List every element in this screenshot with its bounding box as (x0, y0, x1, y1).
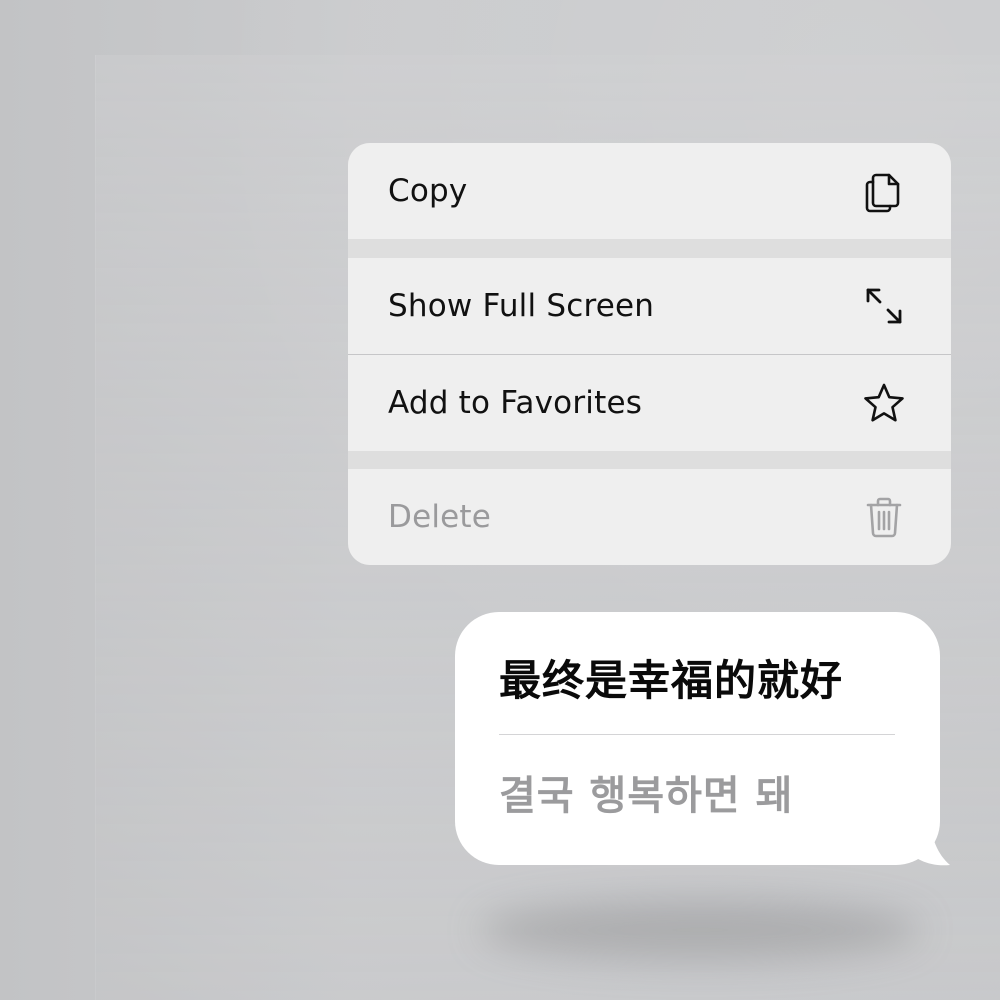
menu-item-label: Show Full Screen (388, 288, 655, 324)
trash-icon (863, 496, 905, 538)
menu-item-label: Add to Favorites (388, 385, 643, 421)
copy-icon (863, 170, 905, 213)
message-divider (499, 734, 895, 736)
star-icon (863, 382, 905, 424)
menu-item-copy[interactable]: Copy (348, 143, 951, 239)
expand-icon (863, 285, 905, 327)
context-menu: Copy Show Full Screen Add to Favorites D… (348, 143, 951, 565)
menu-item-label: Copy (388, 173, 468, 209)
menu-item-delete[interactable]: Delete (348, 469, 951, 565)
message-bubble[interactable]: 最终是幸福的就好 결국 행복하면 돼 (455, 612, 940, 865)
menu-item-label: Delete (388, 499, 492, 535)
message-secondary-text: 결국 행복하면 돼 (499, 773, 794, 820)
message-primary-text: 最终是幸福的就好 (499, 656, 844, 705)
bubble-shadow (480, 900, 920, 960)
menu-item-show-full-screen[interactable]: Show Full Screen (348, 258, 951, 354)
menu-item-add-to-favorites[interactable]: Add to Favorites (348, 355, 951, 451)
